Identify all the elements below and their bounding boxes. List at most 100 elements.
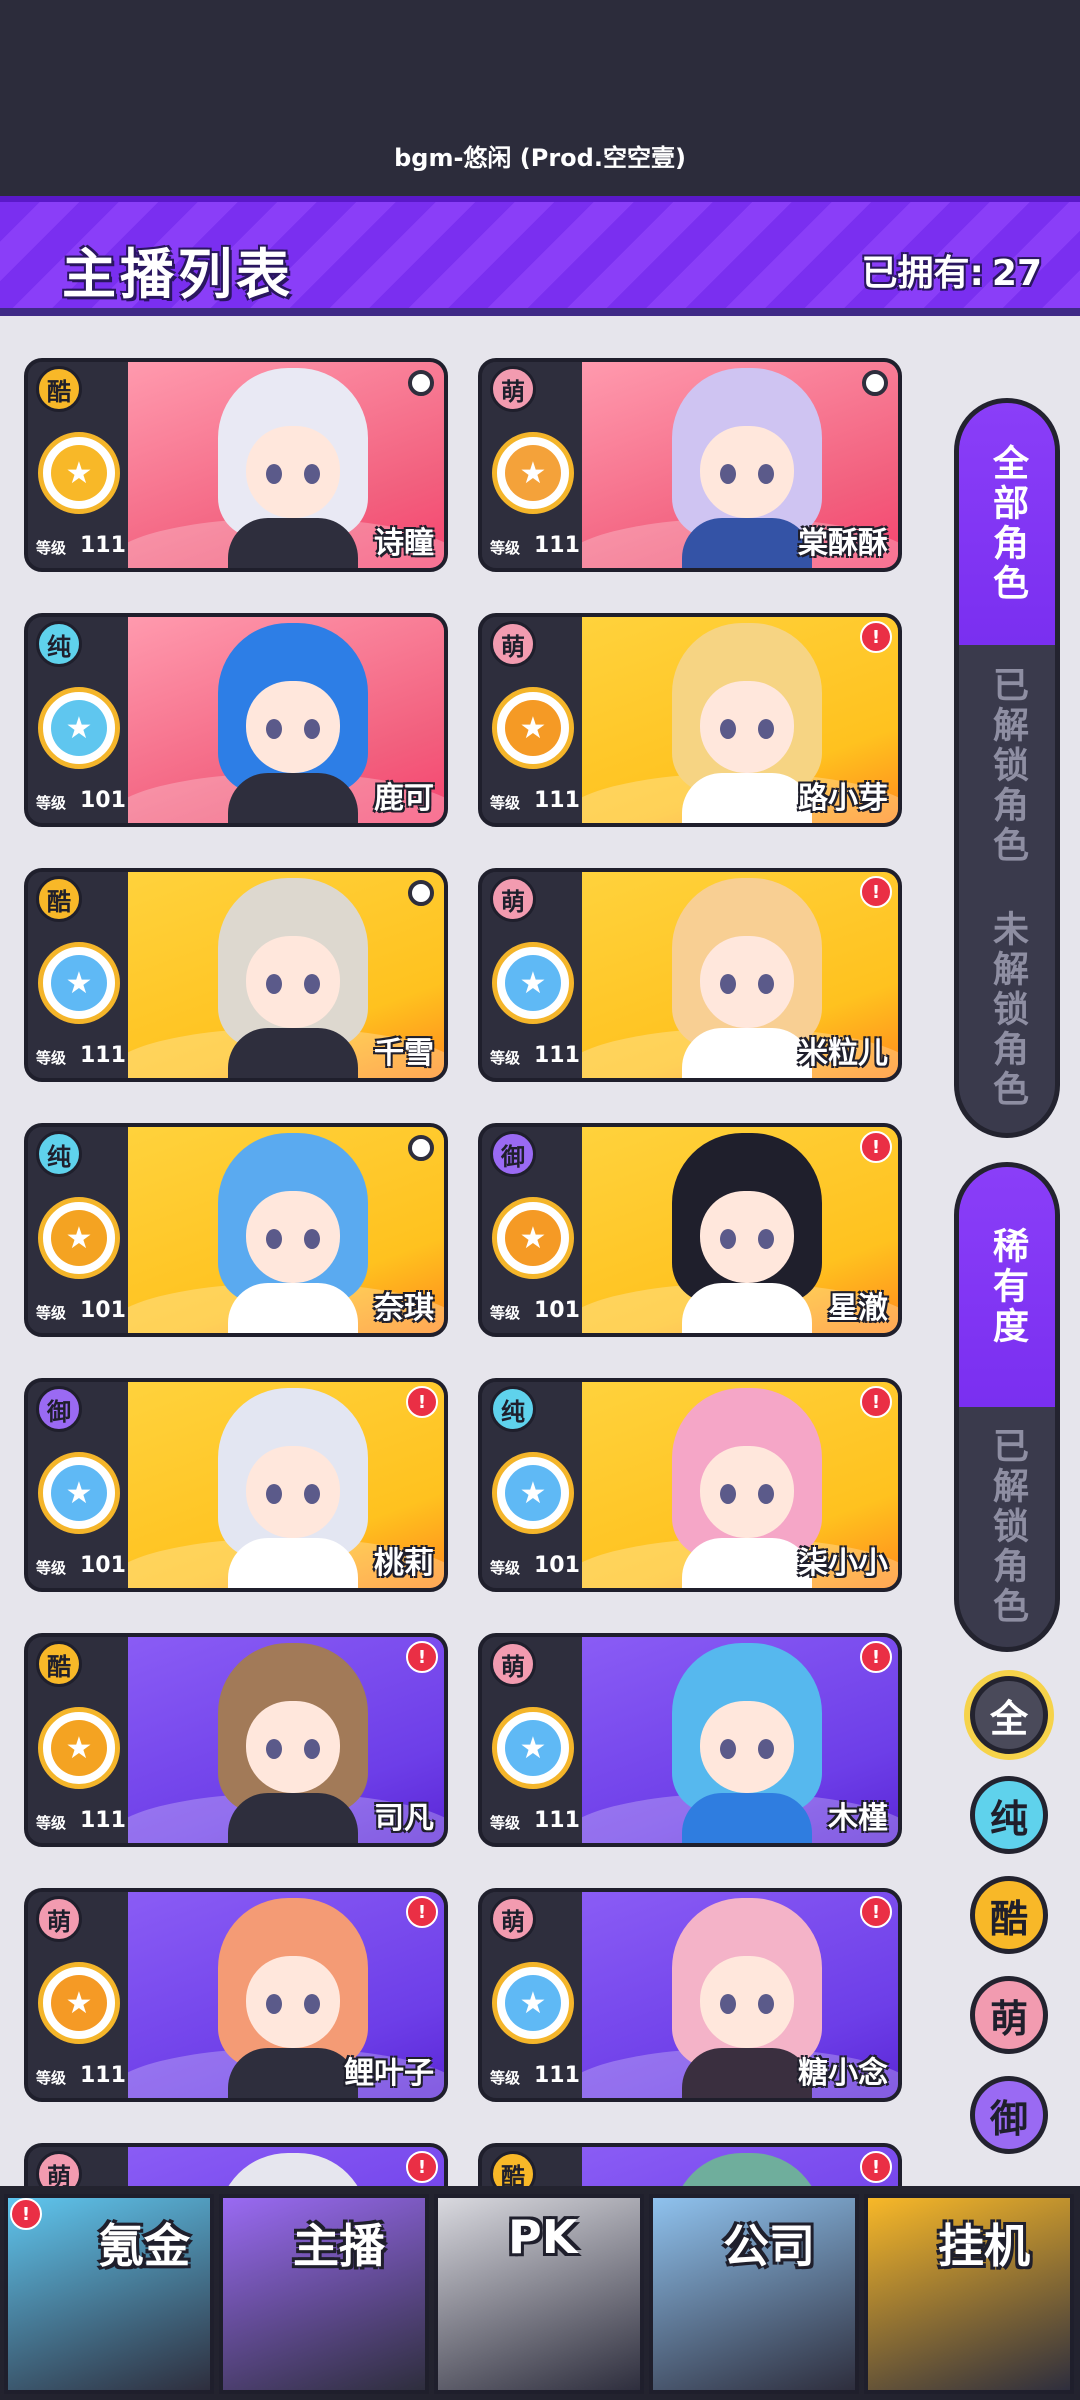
character-outfit [682, 1028, 812, 1078]
streamer-name: 米粒儿 [798, 1036, 888, 1071]
character-figure [198, 1388, 388, 1588]
character-eye [304, 464, 320, 484]
character-eye [304, 1229, 320, 1249]
streamer-card[interactable]: 酷 ★ 等级 111 司凡! [24, 1633, 448, 1847]
rarity-badge: 酷 [36, 876, 82, 922]
rarity-filter-royal[interactable]: 御 [970, 2076, 1048, 2154]
level-label: 等级 [490, 1559, 521, 1577]
streamer-card[interactable]: 萌 ★ 等级 111 路小芽! [478, 613, 902, 827]
filter-option[interactable]: 已解锁角色 [959, 1407, 1055, 1647]
trait-icon-inner: ★ [51, 1465, 107, 1521]
nav-streamer-button[interactable]: 主播 [219, 2194, 429, 2394]
character-figure [198, 2153, 388, 2186]
trait-icon-inner: ★ [51, 1210, 107, 1266]
streamer-name: 鲤叶子 [344, 2056, 434, 2091]
rarity-filter-all[interactable]: 全 [970, 1676, 1048, 1754]
alert-icon: ! [406, 1641, 438, 1673]
trait-icon-inner: ★ [505, 955, 561, 1011]
rarity-filter-pure[interactable]: 纯 [970, 1776, 1048, 1854]
filter-option[interactable]: 全部角色 [959, 403, 1055, 645]
nav-label: 氪金 [98, 2219, 190, 2273]
character-outfit [228, 1793, 358, 1843]
level-label: 等级 [36, 1304, 67, 1322]
streamer-name: 路小芽 [798, 781, 888, 816]
streamer-card[interactable]: 纯 ★ 等级 101 柒小小! [478, 1378, 902, 1592]
trait-icon: ★ [38, 1197, 120, 1279]
rarity-filter-cool[interactable]: 酷 [970, 1876, 1048, 1954]
owned-label: 已拥有: [861, 253, 984, 294]
character-face [246, 936, 340, 1028]
nav-label: 挂机 [938, 2219, 1030, 2273]
rarity-badge: 萌 [36, 1896, 82, 1942]
unlock-filter-panel: 全部角色 已解锁角色 未解锁角色 [954, 398, 1060, 1138]
level-value: 111 [534, 2063, 580, 2088]
character-outfit [682, 518, 812, 568]
owned-count: 已拥有: 27 [853, 244, 1042, 296]
filter-option[interactable]: 未解锁角色 [959, 887, 1055, 1133]
trait-icon: ★ [492, 687, 574, 769]
trait-icon: ★ [492, 942, 574, 1024]
streamer-card[interactable]: 萌 ★ 等级 111 糖小念! [478, 1888, 902, 2102]
streamer-name: 棠酥酥 [798, 526, 888, 561]
character-figure [198, 878, 388, 1078]
character-eye [266, 1229, 282, 1249]
character-eye [304, 1484, 320, 1504]
character-face [700, 1191, 794, 1283]
rarity-badge: 萌 [490, 876, 536, 922]
streamer-card[interactable]: 纯 ★ 等级 101 鹿可 [24, 613, 448, 827]
filter-option[interactable]: 已解锁角色 [959, 645, 1055, 887]
streamer-card[interactable]: 萌★! [24, 2143, 448, 2186]
trait-icon-inner: ★ [51, 1975, 107, 2031]
trait-icon-inner: ★ [505, 1210, 561, 1266]
character-eye [758, 1739, 774, 1759]
trait-icon-inner: ★ [51, 700, 107, 756]
level-label: 等级 [36, 2069, 67, 2087]
rarity-badge: 萌 [490, 1641, 536, 1687]
character-outfit [228, 1028, 358, 1078]
rarity-badge: 酷 [36, 366, 82, 412]
status-dot-icon [408, 370, 434, 396]
streamer-card[interactable]: 酷 ★ 等级 111 诗瞳 [24, 358, 448, 572]
character-eye [266, 719, 282, 739]
streamer-card[interactable]: 萌 ★ 等级 111 棠酥酥 [478, 358, 902, 572]
character-hair [218, 2153, 368, 2186]
rarity-badge: 纯 [490, 1386, 536, 1432]
streamer-list[interactable]: 酷 ★ 等级 111 诗瞳萌 ★ 等级 111 棠酥酥纯 ★ 等级 101 鹿可萌 ★ 等级 111 路小芽! 酷… [0, 316, 920, 2186]
streamer-card[interactable]: 萌 ★ 等级 111 鲤叶子! [24, 1888, 448, 2102]
streamer-card[interactable]: 御 ★ 等级 101 桃莉! [24, 1378, 448, 1592]
level-value: 111 [80, 1808, 126, 1833]
streamer-card[interactable]: 萌 ★ 等级 111 木槿! [478, 1633, 902, 1847]
alert-icon: ! [860, 1641, 892, 1673]
rarity-badge: 御 [36, 1386, 82, 1432]
nav-idle-button[interactable]: 挂机 [864, 2194, 1074, 2394]
trait-icon: ★ [492, 432, 574, 514]
nav-krypton-button[interactable]: 氪金! [4, 2194, 214, 2394]
streamer-card[interactable]: 酷 ★ 等级 111 千雪 [24, 868, 448, 1082]
streamer-card[interactable]: 酷★! [478, 2143, 902, 2186]
alert-icon: ! [860, 621, 892, 653]
streamer-card[interactable]: 纯 ★ 等级 101 奈琪 [24, 1123, 448, 1337]
streamer-card[interactable]: 萌 ★ 等级 111 米粒儿! [478, 868, 902, 1082]
trait-icon: ★ [492, 1962, 574, 2044]
trait-icon: ★ [38, 432, 120, 514]
nav-company-button[interactable]: 公司 [649, 2194, 859, 2394]
character-figure [198, 623, 388, 823]
level-value: 111 [534, 1043, 580, 1068]
nav-label: PK [508, 2210, 578, 2264]
character-face [246, 1191, 340, 1283]
streamer-portrait [128, 2147, 444, 2186]
level-value: 111 [80, 2063, 126, 2088]
nav-pk-button[interactable]: PK [434, 2194, 644, 2394]
filter-option[interactable]: 稀有度 [959, 1167, 1055, 1407]
streamer-card[interactable]: 御 ★ 等级 101 星澈! [478, 1123, 902, 1337]
character-eye [720, 1229, 736, 1249]
rarity-filter-cute[interactable]: 萌 [970, 1976, 1048, 2054]
level-value: 101 [80, 1553, 126, 1578]
level-label: 等级 [490, 539, 521, 557]
character-eye [304, 1994, 320, 2014]
trait-icon: ★ [38, 1962, 120, 2044]
trait-icon-inner: ★ [51, 1720, 107, 1776]
streamer-name: 奈琪 [374, 1291, 434, 1326]
character-hair [672, 2153, 822, 2186]
character-figure [198, 1643, 388, 1843]
